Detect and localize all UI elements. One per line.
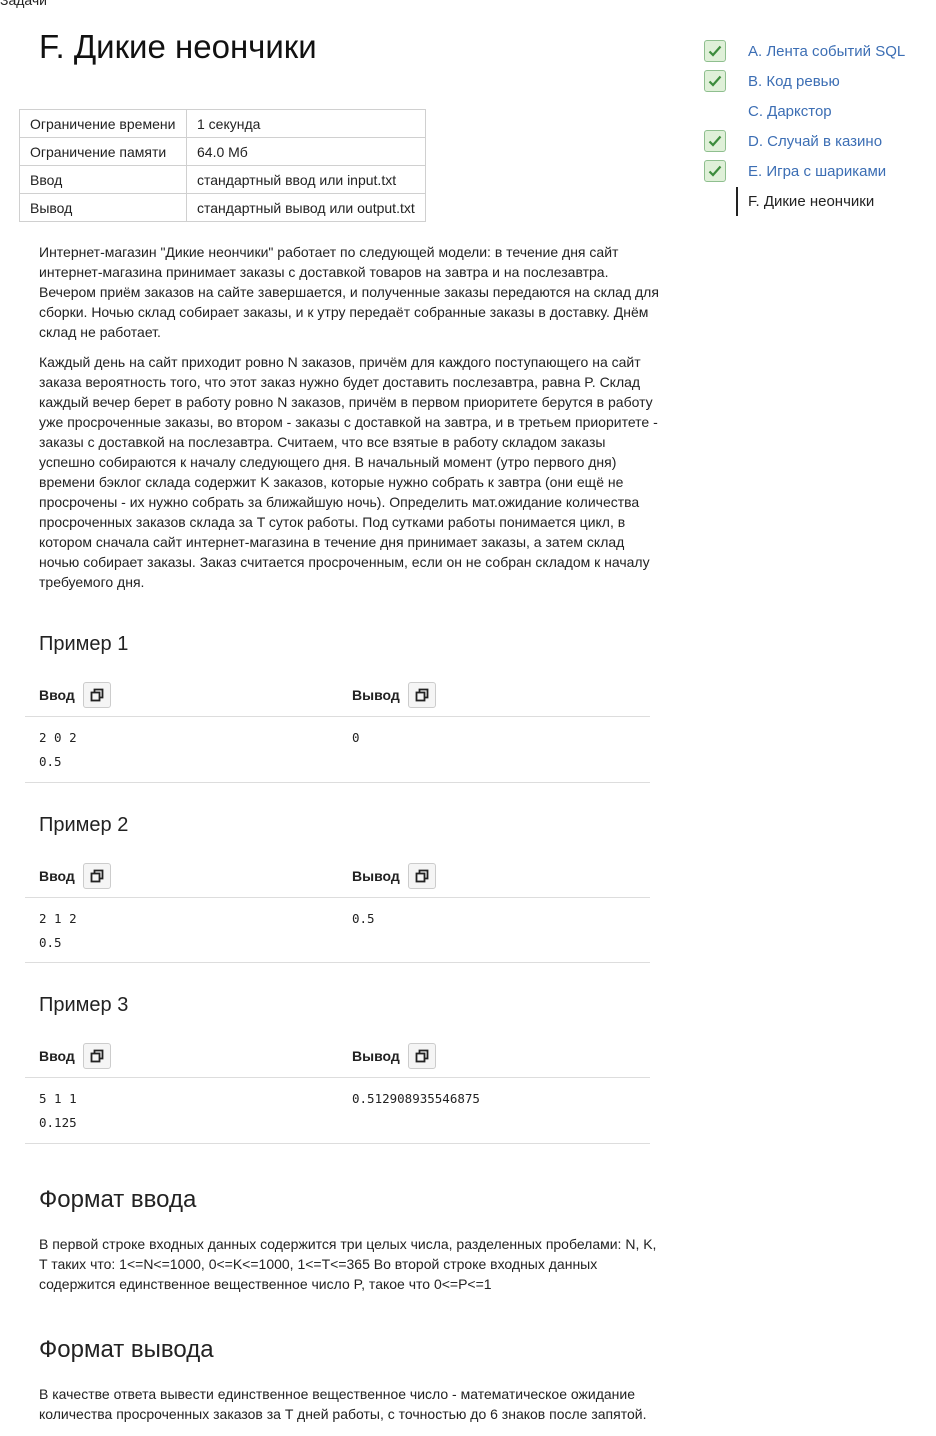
output-label: Вывод bbox=[352, 1048, 400, 1064]
copy-icon bbox=[415, 869, 429, 883]
example-input: 2 1 2 0.5 bbox=[39, 911, 77, 950]
limit-key: Ограничение времени bbox=[19, 109, 187, 138]
copy-icon bbox=[90, 688, 104, 702]
output-format-text: В качестве ответа вывести единственное в… bbox=[39, 1386, 647, 1422]
copy-input-button[interactable] bbox=[82, 1043, 111, 1069]
limit-value: 64.0 Мб bbox=[186, 137, 426, 166]
input-label: Ввод bbox=[39, 1048, 75, 1064]
example-output: 0.5 bbox=[352, 911, 375, 926]
copy-icon bbox=[415, 688, 429, 702]
example-input-header: Ввод bbox=[39, 682, 111, 708]
example-title: Пример 2 bbox=[39, 814, 129, 836]
copy-icon bbox=[90, 869, 104, 883]
limit-key: Ввод bbox=[19, 165, 187, 194]
sidebar-item-d[interactable]: D. Случай в казино bbox=[704, 130, 882, 152]
divider bbox=[25, 962, 650, 963]
table-row: Вывод стандартный вывод или output.txt bbox=[19, 193, 426, 222]
sidebar-item-label: E. Игра с шариками bbox=[748, 162, 887, 180]
table-row: Ввод стандартный ввод или input.txt bbox=[19, 165, 426, 194]
breadcrumb[interactable]: Задачи bbox=[0, 0, 47, 8]
output-label: Вывод bbox=[352, 868, 400, 884]
input-label: Ввод bbox=[39, 868, 75, 884]
limit-key: Вывод bbox=[19, 193, 187, 222]
limits-table: Ограничение времени 1 секунда Ограничение… bbox=[19, 109, 426, 222]
sidebar-item-e[interactable]: E. Игра с шариками bbox=[704, 160, 886, 182]
copy-output-button[interactable] bbox=[407, 682, 436, 708]
input-format-heading: Формат ввода bbox=[39, 1186, 197, 1213]
limit-key: Ограничение памяти bbox=[19, 137, 187, 166]
example-output: 0 bbox=[352, 730, 360, 745]
output-label: Вывод bbox=[352, 687, 400, 703]
divider bbox=[25, 716, 650, 717]
table-row: Ограничение памяти 64.0 Мб bbox=[19, 137, 426, 166]
example-input: 2 0 2 0.5 bbox=[39, 730, 77, 769]
copy-icon bbox=[90, 1049, 104, 1063]
example-input: 5 1 1 0.125 bbox=[39, 1091, 77, 1130]
sidebar-item-b[interactable]: B. Код ревью bbox=[704, 70, 840, 92]
sidebar-item-label: A. Лента событий SQL bbox=[748, 42, 906, 60]
limit-value: 1 секунда bbox=[186, 109, 426, 138]
divider bbox=[25, 1077, 650, 1078]
check-icon bbox=[704, 160, 726, 182]
limit-value: стандартный ввод или input.txt bbox=[186, 165, 426, 194]
copy-input-button[interactable] bbox=[82, 863, 111, 889]
sidebar-item-label: B. Код ревью bbox=[748, 72, 840, 90]
copy-icon bbox=[415, 1049, 429, 1063]
sidebar-item-label: F. Дикие неончики bbox=[748, 192, 875, 210]
example-output: 0.512908935546875 bbox=[352, 1091, 480, 1106]
input-label: Ввод bbox=[39, 687, 75, 703]
example-title: Пример 1 bbox=[39, 633, 129, 655]
sidebar-item-label: D. Случай в казино bbox=[748, 132, 883, 150]
copy-output-button[interactable] bbox=[407, 1043, 436, 1069]
table-row: Ограничение времени 1 секунда bbox=[19, 109, 426, 138]
sidebar-item-label: C. Даркстор bbox=[748, 102, 832, 120]
limit-value: стандартный вывод или output.txt bbox=[186, 193, 426, 222]
output-format-heading: Формат вывода bbox=[39, 1336, 214, 1363]
example-output-header: Вывод bbox=[352, 863, 436, 889]
check-icon bbox=[704, 40, 726, 62]
active-indicator bbox=[736, 187, 738, 216]
example-title: Пример 3 bbox=[39, 994, 129, 1016]
example-output-header: Вывод bbox=[352, 1043, 436, 1069]
page-title: F. Дикие неончики bbox=[39, 28, 317, 65]
check-icon bbox=[704, 130, 726, 152]
check-icon bbox=[704, 70, 726, 92]
sidebar-item-a[interactable]: A. Лента событий SQL bbox=[704, 40, 905, 62]
example-input-header: Ввод bbox=[39, 863, 111, 889]
statement-paragraph-1: Интернет-магазин "Дикие неончики" работа… bbox=[39, 244, 659, 340]
divider bbox=[25, 897, 650, 898]
divider bbox=[25, 782, 650, 783]
example-output-header: Вывод bbox=[352, 682, 436, 708]
divider bbox=[25, 1143, 650, 1144]
input-format-text: В первой строке входных данных содержитс… bbox=[39, 1236, 657, 1292]
example-input-header: Ввод bbox=[39, 1043, 111, 1069]
copy-output-button[interactable] bbox=[407, 863, 436, 889]
copy-input-button[interactable] bbox=[82, 682, 111, 708]
statement-paragraph-2: Каждый день на сайт приходит ровно N зак… bbox=[39, 354, 658, 590]
